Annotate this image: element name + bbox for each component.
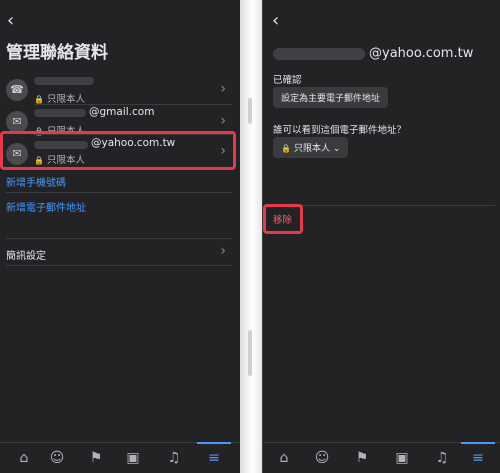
groups-icon[interactable]: ☺ <box>313 449 331 467</box>
chevron-down-icon: ⌄ <box>332 144 341 154</box>
chevron-right-icon: › <box>220 113 226 129</box>
lock-icon: 🔒 <box>281 144 291 153</box>
side-button <box>248 98 252 124</box>
flag-icon[interactable]: ⚑ <box>87 449 105 467</box>
home-icon[interactable]: ⌂ <box>275 449 293 467</box>
email-domain: @gmail.com <box>89 106 155 118</box>
verified-label: 已確認 <box>273 75 302 86</box>
bell-icon[interactable]: ♫ <box>165 449 183 467</box>
redacted-email-name <box>273 48 365 60</box>
page-title: 管理聯絡資料 <box>6 43 108 63</box>
section-divider <box>273 205 495 206</box>
email-address: @yahoo.com.tw <box>369 46 474 61</box>
email-detail-screen: ‹ @yahoo.com.tw 已確認 設定為主要電子郵件地址 誰可以看到這個電… <box>262 0 500 473</box>
alerts-settings-row[interactable]: 簡訊設定 › <box>0 242 232 278</box>
back-chevron-icon[interactable]: ‹ <box>7 12 14 30</box>
chevron-right-icon: › <box>220 81 226 97</box>
back-chevron-icon[interactable]: ‹ <box>272 12 279 30</box>
section-divider <box>6 238 232 239</box>
active-tab-indicator <box>461 442 495 444</box>
redacted-phone-number <box>34 77 94 85</box>
lock-icon: 🔒 <box>34 95 44 104</box>
highlight-box <box>0 131 236 170</box>
groups-icon[interactable]: ☺ <box>48 449 66 467</box>
gaming-icon[interactable]: ▣ <box>124 449 142 467</box>
menu-icon[interactable]: ≡ <box>205 449 223 467</box>
phone-frame-divider <box>240 0 262 473</box>
visibility-question: 誰可以看到這個電子郵件地址？ <box>273 125 407 136</box>
phone-contact-row[interactable]: ☎ 🔒 只限本人 › <box>0 72 232 108</box>
bottom-tab-bar: ⌂ ☺ ⚑ ▣ ♫ ≡ <box>263 442 500 473</box>
add-phone-link[interactable]: 新增手機號碼 <box>6 174 66 189</box>
privacy-label: 🔒 只限本人 <box>34 94 85 105</box>
redacted-email-name <box>34 109 86 117</box>
contact-info-screen: ‹ 管理聯絡資料 ☎ 🔒 只限本人 › ✉ @gmail.com 🔒 只限本人 › … <box>0 0 240 473</box>
visibility-dropdown[interactable]: 🔒 只限本人 ⌄ <box>273 137 349 158</box>
flag-icon[interactable]: ⚑ <box>353 449 371 467</box>
mail-icon: ✉ <box>6 111 28 133</box>
active-tab-indicator <box>197 442 231 444</box>
side-button <box>248 330 252 376</box>
row-divider <box>6 192 232 193</box>
bell-icon[interactable]: ♫ <box>433 449 451 467</box>
phone-icon: ☎ <box>6 79 28 101</box>
chevron-right-icon: › <box>220 243 226 259</box>
menu-icon[interactable]: ≡ <box>469 449 487 467</box>
highlight-box <box>263 204 303 234</box>
add-email-link[interactable]: 新增電子郵件地址 <box>6 199 86 214</box>
bottom-tab-bar: ⌂ ☺ ⚑ ▣ ♫ ≡ <box>0 442 240 473</box>
home-icon[interactable]: ⌂ <box>15 449 33 467</box>
set-primary-email-button[interactable]: 設定為主要電子郵件地址 <box>273 87 389 108</box>
gaming-icon[interactable]: ▣ <box>393 449 411 467</box>
alerts-settings-label: 簡訊設定 <box>6 251 46 262</box>
row-divider <box>6 265 232 266</box>
